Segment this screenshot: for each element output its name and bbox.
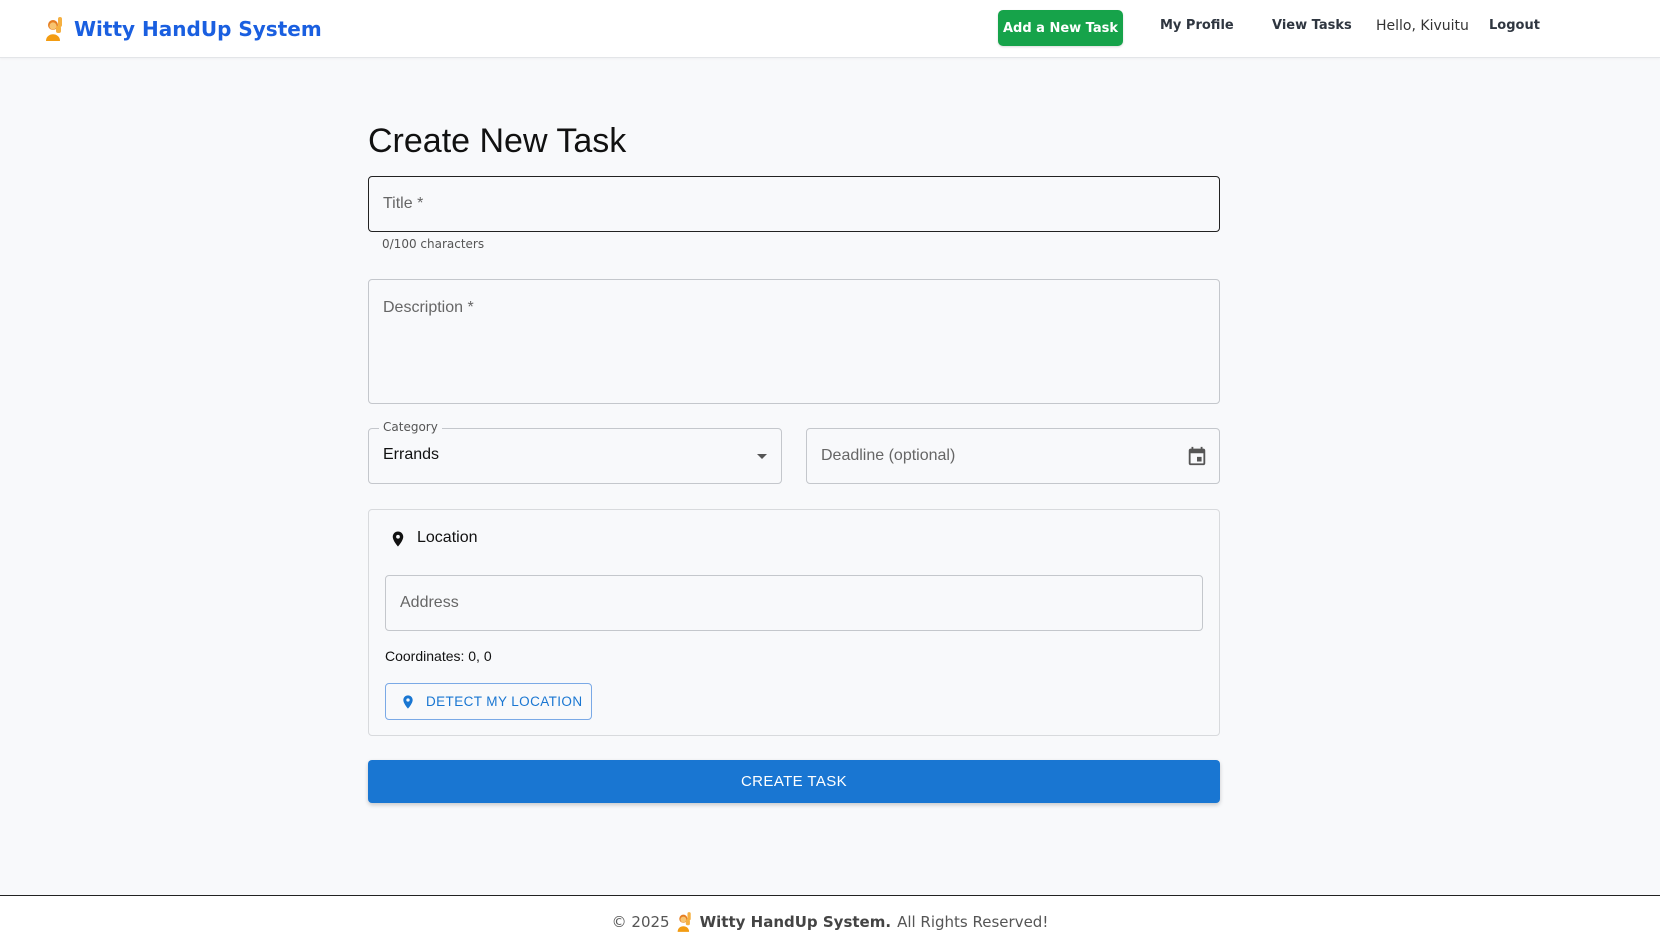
category-select[interactable]: Category Errands xyxy=(368,420,782,484)
nav-my-profile[interactable]: My Profile xyxy=(1160,18,1234,33)
footer: © 2025 Witty HandUp System. All Rights R… xyxy=(0,895,1660,947)
description-textarea[interactable]: Description * xyxy=(368,279,1220,404)
brand-name: Witty HandUp System xyxy=(74,17,322,41)
category-label: Category xyxy=(379,420,442,434)
person-raising-hand-icon xyxy=(46,17,62,41)
detect-location-button[interactable]: DETECT MY LOCATION xyxy=(385,683,592,720)
user-greeting: Hello, Kivuitu xyxy=(1376,18,1469,34)
address-input[interactable]: Address xyxy=(385,575,1203,631)
location-card: Location Address Coordinates: 0, 0 DETEC… xyxy=(368,509,1220,736)
title-placeholder: Title * xyxy=(383,195,424,212)
location-pin-icon xyxy=(392,531,404,547)
coordinates-readout: Coordinates: 0, 0 xyxy=(385,648,492,664)
address-placeholder: Address xyxy=(400,594,459,611)
location-heading: Location xyxy=(417,529,478,546)
create-task-button[interactable]: CREATE TASK xyxy=(368,760,1220,803)
person-raising-hand-icon xyxy=(677,911,691,932)
location-pin-icon xyxy=(403,694,413,709)
brand[interactable]: Witty HandUp System xyxy=(44,14,322,44)
chevron-down-icon xyxy=(757,454,767,459)
category-value: Errands xyxy=(383,446,440,463)
footer-rights: All Rights Reserved! xyxy=(897,912,1049,931)
description-placeholder: Description * xyxy=(383,299,474,316)
top-navbar: Witty HandUp System Add a New Task My Pr… xyxy=(0,0,1660,58)
footer-copyright: © 2025 xyxy=(611,912,670,931)
deadline-placeholder: Deadline (optional) xyxy=(821,447,956,464)
calendar-icon[interactable] xyxy=(1186,445,1208,467)
title-char-counter: 0/100 characters xyxy=(382,237,485,251)
title-input[interactable]: Title * xyxy=(368,176,1220,232)
detect-location-label: DETECT MY LOCATION xyxy=(426,694,583,709)
deadline-input[interactable]: Deadline (optional) xyxy=(806,428,1220,484)
logout-link[interactable]: Logout xyxy=(1489,18,1540,33)
nav-view-tasks[interactable]: View Tasks xyxy=(1272,18,1352,33)
page-title: Create New Task xyxy=(368,122,627,160)
add-new-task-button[interactable]: Add a New Task xyxy=(998,10,1123,46)
footer-brand: Witty HandUp System. xyxy=(699,912,892,931)
